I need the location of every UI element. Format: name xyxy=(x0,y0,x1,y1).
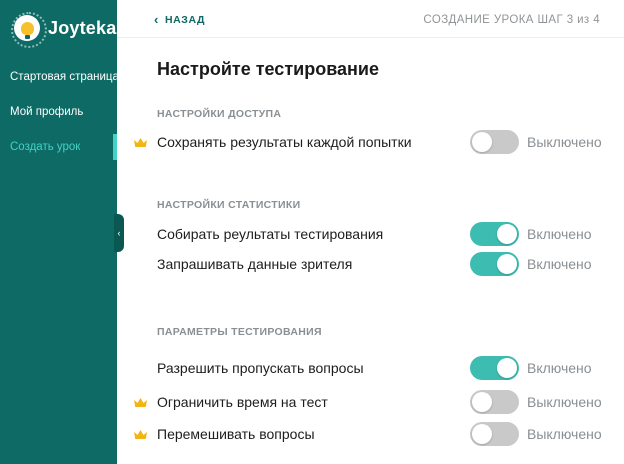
setting-row-shuffle-questions: Перемешивать вопросы Выключено xyxy=(130,422,624,446)
allow-skip-toggle[interactable] xyxy=(470,356,519,380)
setting-status: Включено xyxy=(527,256,592,272)
collect-results-toggle[interactable] xyxy=(470,222,519,246)
setting-status: Выключено xyxy=(527,394,602,410)
setting-label: Сохранять результаты каждой попытки xyxy=(157,134,412,150)
setting-label: Разрешить пропускать вопросы xyxy=(157,360,364,376)
setting-status: Включено xyxy=(527,360,592,376)
crown-icon xyxy=(134,398,147,407)
setting-row-time-limit: Ограничить время на тест Выключено xyxy=(130,390,624,414)
crown-icon xyxy=(134,430,147,439)
section-heading-statistics: НАСТРОЙКИ СТАТИСТИКИ xyxy=(157,199,301,211)
shuffle-questions-toggle[interactable] xyxy=(470,422,519,446)
section-heading-test-params: ПАРАМЕТРЫ ТЕСТИРОВАНИЯ xyxy=(157,326,322,338)
sidebar-nav: Стартовая страница Мой профиль Создать у… xyxy=(0,64,119,169)
setting-row-request-viewer-data: Запрашивать данные зрителя Включено xyxy=(130,252,624,276)
brand-logo[interactable]: Joyteka xyxy=(11,12,117,48)
top-bar: ‹ НАЗАД СОЗДАНИЕ УРОКА ШАГ 3 из 4 xyxy=(117,0,624,38)
crown-icon xyxy=(134,138,147,147)
setting-status: Выключено xyxy=(527,426,602,442)
save-attempts-toggle[interactable] xyxy=(470,130,519,154)
setting-status: Включено xyxy=(527,226,592,242)
setting-label: Ограничить время на тест xyxy=(157,394,328,410)
chevron-left-icon: ‹ xyxy=(154,12,159,27)
page-title: Настройте тестирование xyxy=(157,59,379,79)
sidebar-item-create-lesson[interactable]: Создать урок xyxy=(0,134,117,160)
setting-label: Запрашивать данные зрителя xyxy=(157,256,353,272)
time-limit-toggle[interactable] xyxy=(470,390,519,414)
back-label: НАЗАД xyxy=(164,14,206,26)
lightbulb-icon xyxy=(11,12,47,48)
sidebar-item-profile[interactable]: Мой профиль xyxy=(0,99,117,125)
setting-status: Выключено xyxy=(527,134,602,150)
brand-name: Joyteka xyxy=(48,17,117,38)
setting-row-collect-results: Собирать реультаты тестирования Включено xyxy=(130,222,624,246)
section-heading-access: НАСТРОЙКИ ДОСТУПА xyxy=(157,108,282,120)
setting-label: Перемешивать вопросы xyxy=(157,426,315,442)
setting-row-allow-skip: Разрешить пропускать вопросы Включено xyxy=(130,356,624,380)
step-indicator: СОЗДАНИЕ УРОКА ШАГ 3 из 4 xyxy=(423,14,600,26)
sidebar: Joyteka Стартовая страница Мой профиль С… xyxy=(0,0,119,464)
sidebar-collapse-button[interactable]: ‹ xyxy=(114,214,124,252)
setting-row-save-attempts: Сохранять результаты каждой попытки Выкл… xyxy=(130,130,624,154)
sidebar-item-home[interactable]: Стартовая страница xyxy=(0,64,119,90)
back-button[interactable]: ‹ НАЗАД xyxy=(154,12,206,27)
request-viewer-data-toggle[interactable] xyxy=(470,252,519,276)
setting-label: Собирать реультаты тестирования xyxy=(157,226,384,242)
chevron-left-icon: ‹ xyxy=(117,228,121,238)
